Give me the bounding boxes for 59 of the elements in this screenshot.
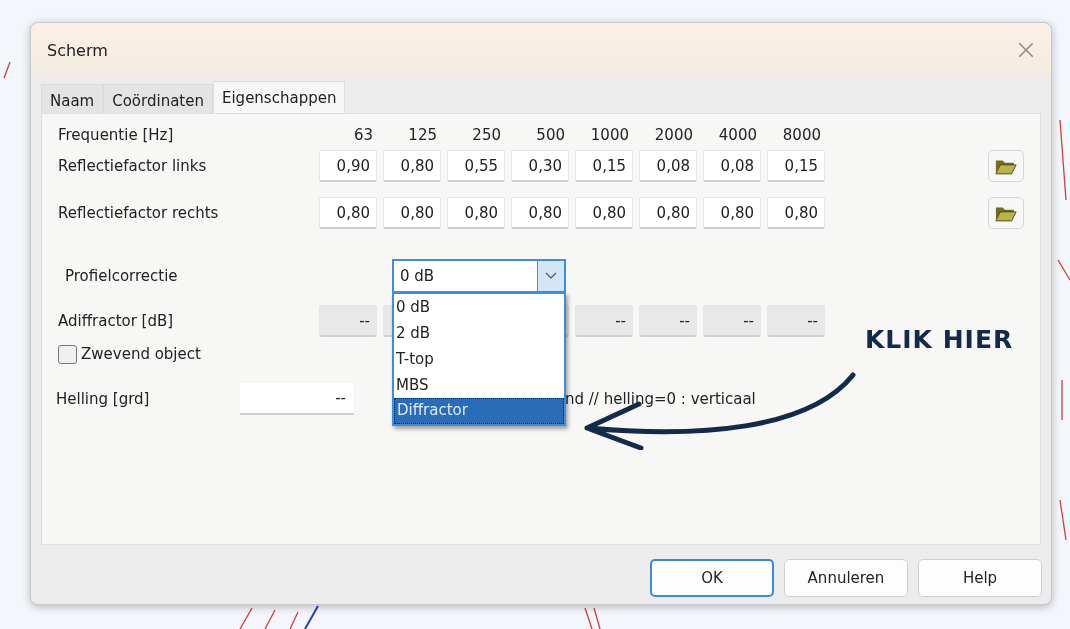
slope-note: nd // helling=0 : verticaal	[565, 390, 756, 408]
value-field[interactable]: 0,90	[319, 150, 377, 182]
value-field[interactable]: 0,80	[639, 197, 697, 229]
close-icon[interactable]	[1017, 41, 1035, 59]
tab[interactable]: Coördinaten	[103, 84, 213, 113]
window-title: Scherm	[47, 40, 108, 60]
frequency-value: 250	[471, 126, 502, 144]
value-field[interactable]: 0,80	[511, 197, 569, 229]
value-field[interactable]: 0,15	[767, 150, 825, 182]
dialog-button[interactable]: OK	[650, 559, 774, 597]
checkbox-label: Zwevend object	[81, 345, 201, 363]
frequency-value: 500	[535, 126, 566, 144]
value-field[interactable]: --	[575, 305, 633, 337]
profile-correction-dropdown[interactable]: 0 dB	[392, 259, 566, 293]
tab[interactable]: Naam	[41, 84, 104, 113]
dropdown-option[interactable]: MBS	[394, 372, 564, 398]
value-field[interactable]: 0,15	[575, 150, 633, 182]
chevron-down-icon	[545, 272, 557, 280]
frequency-value: 1000	[589, 126, 630, 144]
annotation-text: KLIK HIER	[865, 325, 1014, 354]
slope-field[interactable]: --	[240, 383, 354, 415]
value-field[interactable]: 0,08	[639, 150, 697, 182]
open-file-button[interactable]	[988, 150, 1024, 182]
value-field[interactable]: 0,55	[447, 150, 505, 182]
adiffractor-label: Adiffractor [dB]	[58, 312, 175, 330]
value-field[interactable]: --	[703, 305, 761, 337]
frequency-value: 125	[407, 126, 438, 144]
reflection-label: Reflectiefactor links	[58, 157, 208, 175]
frequency-value: 8000	[781, 126, 822, 144]
frequency-value: 2000	[653, 126, 694, 144]
tab[interactable]: Eigenschappen	[212, 81, 346, 113]
dropdown-option[interactable]: Diffractor	[394, 398, 564, 424]
reflection-label: Reflectiefactor rechts	[58, 204, 220, 222]
value-field[interactable]: 0,30	[511, 150, 569, 182]
value-field[interactable]: 0,80	[383, 150, 441, 182]
value-field[interactable]: --	[767, 305, 825, 337]
dropdown-option[interactable]: T-top	[394, 346, 564, 372]
profile-correction-label: Profielcorrectie	[64, 267, 179, 285]
value-field[interactable]: --	[319, 305, 377, 337]
dialog-button[interactable]: Annuleren	[784, 559, 908, 597]
value-field[interactable]: 0,80	[383, 197, 441, 229]
dropdown-option[interactable]: 2 dB	[394, 320, 564, 346]
open-file-button[interactable]	[988, 197, 1024, 229]
value-field[interactable]: 0,08	[703, 150, 761, 182]
value-field[interactable]: --	[639, 305, 697, 337]
slope-label: Helling [grd]	[56, 390, 151, 408]
folder-icon	[994, 157, 1018, 175]
value-field[interactable]: 0,80	[767, 197, 825, 229]
frequency-value: 63	[352, 126, 374, 144]
checkbox[interactable]	[58, 344, 77, 364]
value-field[interactable]: 0,80	[447, 197, 505, 229]
value-field[interactable]: 0,80	[703, 197, 761, 229]
value-field[interactable]: 0,80	[575, 197, 633, 229]
value-field[interactable]: 0,80	[319, 197, 377, 229]
folder-icon	[994, 204, 1018, 222]
frequency-label: Frequentie [Hz]	[58, 126, 175, 144]
dialog-button[interactable]: Help	[918, 559, 1042, 597]
dropdown-option[interactable]: 0 dB	[394, 294, 564, 320]
frequency-value: 4000	[717, 126, 758, 144]
